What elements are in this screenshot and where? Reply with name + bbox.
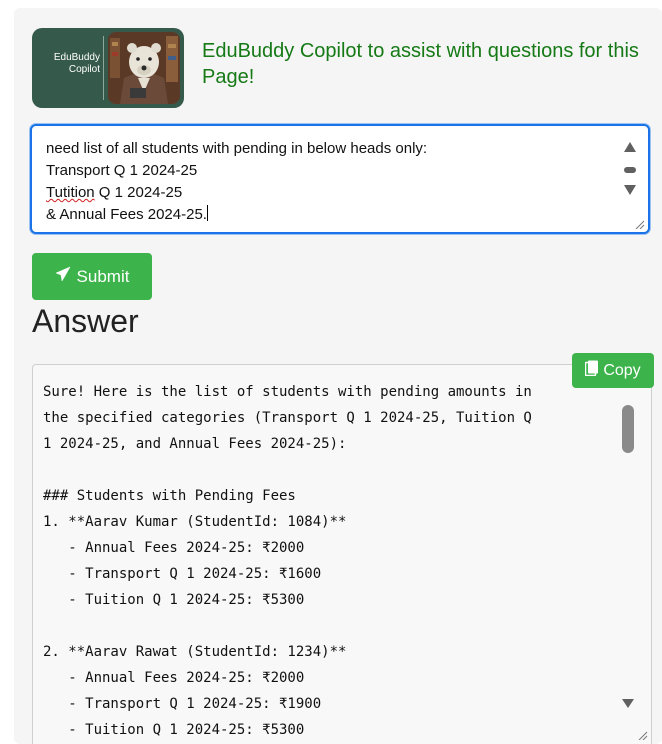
answer-line — [43, 613, 633, 639]
answer-text: Sure! Here is the list of students with … — [43, 379, 633, 743]
copy-label: Copy — [603, 361, 641, 379]
question-textarea[interactable]: need list of all students with pending i… — [30, 124, 650, 234]
text-caret — [206, 205, 208, 221]
scroll-down-arrow-icon[interactable] — [624, 185, 636, 195]
question-line: Tutition Q 1 2024-25 — [46, 182, 606, 204]
answer-line — [43, 457, 633, 483]
question-line-text: & Annual Fees 2024-25. — [46, 206, 207, 223]
logo-divider — [103, 36, 104, 100]
paper-plane-icon — [55, 266, 71, 287]
answer-scrollbar-thumb[interactable] — [622, 405, 634, 453]
resize-handle-icon[interactable] — [636, 728, 648, 740]
page-title: EduBuddy Copilot to assist with question… — [202, 40, 639, 88]
submit-label: Submit — [76, 266, 130, 286]
logo-text: EduBuddy Copilot — [32, 52, 100, 76]
answer-line: 1. **Aarav Kumar (StudentId: 1084)** — [43, 514, 347, 530]
question-text[interactable]: need list of all students with pending i… — [46, 138, 606, 226]
edubuddy-logo: EduBuddy Copilot — [32, 28, 184, 108]
scrollbar-thumb[interactable] — [624, 167, 636, 173]
question-line-rest: Q 1 2024-25 — [94, 184, 183, 201]
submit-button[interactable]: Submit — [32, 253, 152, 300]
copy-button[interactable]: Copy — [572, 353, 654, 388]
answer-line: 2. **Aarav Rawat (StudentId: 1234)** — [43, 644, 347, 660]
bear-mascot-image — [108, 32, 180, 104]
answer-line: - Annual Fees 2024-25: ₹2000 — [43, 540, 305, 556]
scroll-down-arrow-icon[interactable] — [622, 699, 634, 708]
question-line: Transport Q 1 2024-25 — [46, 162, 198, 179]
answer-line: - Annual Fees 2024-25: ₹2000 — [43, 670, 305, 686]
logo-line2: Copilot — [68, 64, 100, 75]
misspelled-word: Tutition — [46, 184, 95, 201]
answer-line: - Transport Q 1 2024-25: ₹1900 — [43, 696, 322, 712]
resize-handle-icon[interactable] — [633, 217, 645, 229]
question-line: need list of all students with pending i… — [46, 140, 428, 157]
logo-line1: EduBuddy — [53, 52, 100, 63]
question-line: & Annual Fees 2024-25. — [46, 204, 606, 226]
answer-heading: Answer — [32, 303, 139, 339]
answer-line: - Tuition Q 1 2024-25: ₹5300 — [43, 592, 305, 608]
answer-line: 1 2024-25, and Annual Fees 2024-25): — [43, 436, 347, 452]
answer-line: - Transport Q 1 2024-25: ₹1600 — [43, 566, 322, 582]
answer-line: the specified categories (Transport Q 1 … — [43, 410, 532, 426]
answer-line: Sure! Here is the list of students with … — [43, 384, 532, 400]
answer-textarea[interactable]: Sure! Here is the list of students with … — [32, 364, 652, 744]
answer-line: - Tuition Q 1 2024-25: ₹5300 — [43, 722, 305, 738]
answer-line: ### Students with Pending Fees — [43, 488, 296, 504]
scroll-up-arrow-icon[interactable] — [624, 142, 636, 152]
clipboard-icon — [585, 360, 599, 381]
